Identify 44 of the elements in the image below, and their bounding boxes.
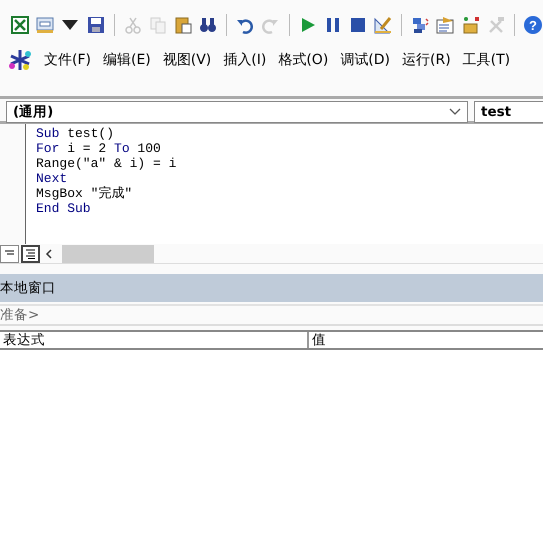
chevron-down-icon: [449, 108, 461, 116]
menu-item[interactable]: 文件(F): [44, 50, 91, 70]
procedure-view-button[interactable]: [0, 244, 19, 262]
menu-item[interactable]: 运行(R): [402, 50, 451, 70]
code-editor[interactable]: Sub test() For i = 2 To 100 Range("a" & i) = i Next MsgBox "完成" End Sub: [25, 124, 543, 244]
ruler-pencil-button[interactable]: [373, 14, 394, 36]
clipboard-icon: [173, 15, 194, 35]
chevron-left-icon: [45, 248, 53, 258]
object-browser-icon: [460, 15, 481, 35]
properties-icon: [435, 15, 456, 35]
help-button[interactable]: ?: [522, 14, 543, 36]
column-header[interactable]: 表达式: [0, 332, 309, 348]
code-line: For i = 2 To 100: [36, 141, 162, 156]
code-line: End Sub: [36, 201, 92, 216]
window-title: 本地窗口: [0, 274, 543, 302]
vba-logo-icon: [8, 48, 32, 72]
procedure-dropdown[interactable]: test: [474, 101, 543, 123]
code-line: Next: [36, 171, 68, 186]
full-module-view-button[interactable]: [21, 244, 40, 262]
properties-button[interactable]: [435, 14, 456, 36]
excel-button[interactable]: [10, 14, 30, 36]
code-line: Sub test(): [36, 126, 116, 141]
menu-item[interactable]: 编辑(E): [102, 50, 151, 70]
object-dropdown[interactable]: (通用): [6, 101, 468, 123]
copy-icon: [148, 15, 168, 35]
excel-icon: [10, 15, 30, 35]
menu-item[interactable]: 格式(O): [278, 50, 328, 70]
menu-item[interactable]: 插入(I): [223, 50, 266, 70]
column-header[interactable]: 值: [309, 332, 543, 348]
lines-icon: [25, 248, 36, 258]
binoculars-icon: [198, 15, 218, 35]
code-line: Range("a" & i) = i: [36, 156, 178, 171]
code-line: MsgBox "完成": [36, 186, 134, 201]
dropdown-value: (通用): [13, 102, 54, 122]
menu-item[interactable]: 视图(V): [162, 50, 212, 70]
save-icon: [86, 15, 106, 35]
save-button[interactable]: [86, 14, 106, 36]
menu-item[interactable]: 工具(T): [462, 50, 510, 70]
scrollbar-thumb[interactable]: [62, 244, 154, 262]
form-icon: [35, 15, 56, 35]
ruler-pencil-icon: [373, 15, 394, 35]
menu-item[interactable]: 调试(D): [340, 50, 390, 70]
context-label: 准备>: [0, 304, 543, 326]
scissors-icon: [122, 15, 143, 35]
